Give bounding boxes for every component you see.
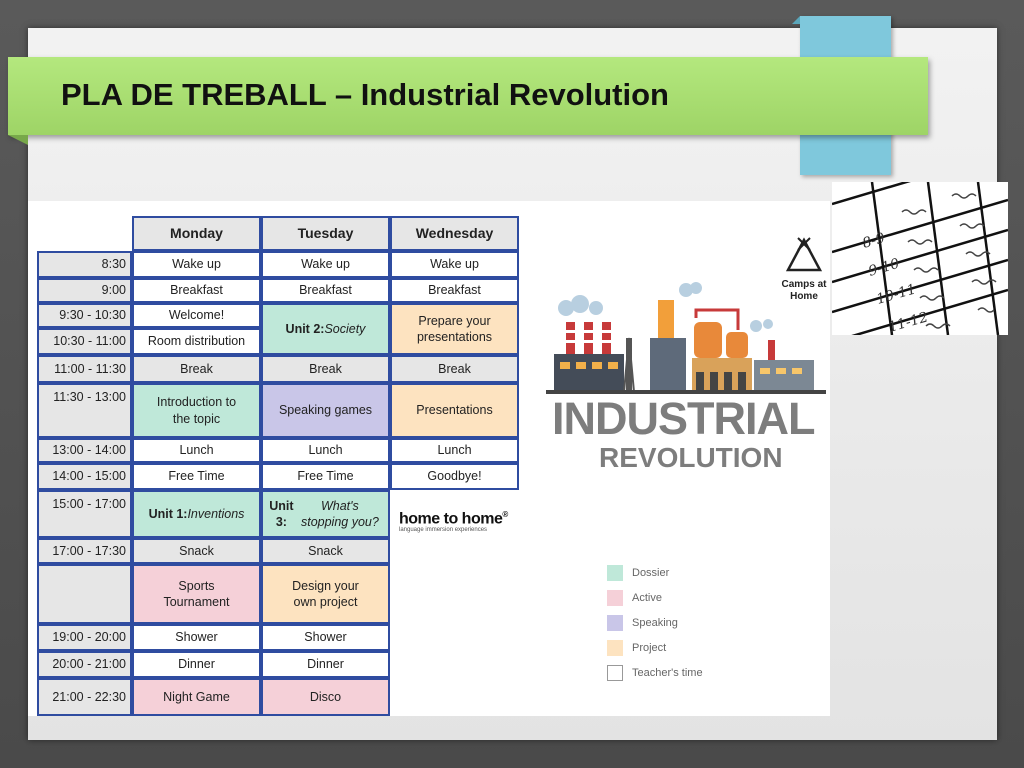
registered-icon: ® bbox=[502, 510, 508, 519]
monday-slot: Break bbox=[132, 355, 261, 383]
wednesday-slot: Presentations bbox=[390, 383, 519, 438]
tuesday-slot: Breakfast bbox=[261, 278, 390, 303]
legend-label: Active bbox=[632, 592, 662, 604]
tuesday-slot: Design your own project bbox=[261, 564, 390, 624]
tent-icon bbox=[785, 237, 823, 272]
industrial-heading: INDUSTRIAL bbox=[552, 393, 815, 444]
monday-slot: Snack bbox=[132, 538, 261, 564]
time-slot: 8:30 bbox=[37, 251, 132, 278]
legend-label: Project bbox=[632, 642, 667, 654]
legend-label: Speaking bbox=[632, 617, 678, 629]
monday-slot: Introduction to the topic bbox=[132, 383, 261, 438]
slide-title: PLA DE TREBALL – Industrial Revolution bbox=[61, 77, 669, 112]
tuesday-slot: Unit 2: Society bbox=[261, 303, 390, 355]
tuesday-slot: Snack bbox=[261, 538, 390, 564]
time-slot: 14:00 - 15:00 bbox=[37, 463, 132, 490]
tuesday-slot: Lunch bbox=[261, 438, 390, 463]
time-slot: 15:00 - 17:00 bbox=[37, 490, 132, 538]
monday-slot: Shower bbox=[132, 624, 261, 651]
legend-label: Dossier bbox=[632, 567, 670, 579]
time-slot bbox=[37, 564, 132, 624]
wednesday-slot: Prepare your presentations bbox=[390, 303, 519, 355]
note-time: 8-9 bbox=[861, 230, 887, 252]
tuesday-slot: Shower bbox=[261, 624, 390, 651]
time-slot: 13:00 - 14:00 bbox=[37, 438, 132, 463]
monday-slot: Night Game bbox=[132, 678, 261, 716]
legend-item: Speaking bbox=[607, 615, 703, 631]
header-wednesday: Wednesday bbox=[390, 216, 519, 251]
time-slot: 9:30 - 10:30 bbox=[37, 303, 132, 328]
time-slot: 21:00 - 22:30 bbox=[37, 678, 132, 716]
legend-item: Project bbox=[607, 640, 703, 656]
tuesday-slot: Unit 3: What's stopping you? bbox=[261, 490, 390, 538]
wednesday-slot: Lunch bbox=[390, 438, 519, 463]
title-banner: PLA DE TREBALL – Industrial Revolution bbox=[8, 57, 928, 145]
monday-slot: Unit 1: Inventions bbox=[132, 490, 261, 538]
monday-slot: Lunch bbox=[132, 438, 261, 463]
handwritten-note-image: 8-9 9-10 10-11 11-12 bbox=[832, 182, 1008, 335]
home-to-home-tagline: language immersion experiences bbox=[399, 527, 488, 534]
legend-label: Teacher's time bbox=[632, 667, 703, 679]
monday-slot: Breakfast bbox=[132, 278, 261, 303]
home-to-home-logo: home to home® language immersion experie… bbox=[399, 510, 508, 533]
legend-swatch-teachers-time bbox=[607, 665, 623, 681]
time-slot: 20:00 - 21:00 bbox=[37, 651, 132, 678]
legend-item: Teacher's time bbox=[607, 665, 703, 681]
legend-item: Dossier bbox=[607, 565, 703, 581]
time-slot: 19:00 - 20:00 bbox=[37, 624, 132, 651]
wednesday-slot: Wake up bbox=[390, 251, 519, 278]
wednesday-slot: Breakfast bbox=[390, 278, 519, 303]
monday-slot: Sports Tournament bbox=[132, 564, 261, 624]
tuesday-slot: Speaking games bbox=[261, 383, 390, 438]
tuesday-slot: Free Time bbox=[261, 463, 390, 490]
header-tuesday: Tuesday bbox=[261, 216, 390, 251]
home-to-home-wordmark: home to home bbox=[399, 510, 503, 528]
tuesday-slot: Break bbox=[261, 355, 390, 383]
time-slot: 9:00 bbox=[37, 278, 132, 303]
note-time: 10-11 bbox=[875, 281, 918, 308]
tuesday-slot: Dinner bbox=[261, 651, 390, 678]
monday-slot: Welcome! bbox=[132, 303, 261, 328]
schedule-grid: Monday Tuesday Wednesday 8:30 9:00 9:30 … bbox=[37, 216, 519, 716]
legend-item: Active bbox=[607, 590, 703, 606]
revolution-subheading: REVOLUTION bbox=[599, 442, 783, 473]
time-slot: 11:30 - 13:00 bbox=[37, 383, 132, 438]
legend-swatch-speaking bbox=[607, 615, 623, 631]
legend-swatch-dossier bbox=[607, 565, 623, 581]
monday-slot: Free Time bbox=[132, 463, 261, 490]
tuesday-slot: Wake up bbox=[261, 251, 390, 278]
time-slot: 17:00 - 17:30 bbox=[37, 538, 132, 564]
color-legend: Dossier Active Speaking Project Teacher'… bbox=[607, 565, 703, 690]
legend-swatch-active bbox=[607, 590, 623, 606]
tuesday-slot: Disco bbox=[261, 678, 390, 716]
monday-slot: Room distribution bbox=[132, 328, 261, 355]
legend-swatch-project bbox=[607, 640, 623, 656]
time-slot: 11:00 - 11:30 bbox=[37, 355, 132, 383]
wednesday-slot: Goodbye! bbox=[390, 463, 519, 490]
monday-slot: Dinner bbox=[132, 651, 261, 678]
note-time: 11-12 bbox=[887, 309, 930, 335]
monday-slot: Wake up bbox=[132, 251, 261, 278]
header-monday: Monday bbox=[132, 216, 261, 251]
time-slot: 10:30 - 11:00 bbox=[37, 328, 132, 355]
factory-illustration bbox=[546, 282, 826, 394]
wednesday-slot: Break bbox=[390, 355, 519, 383]
